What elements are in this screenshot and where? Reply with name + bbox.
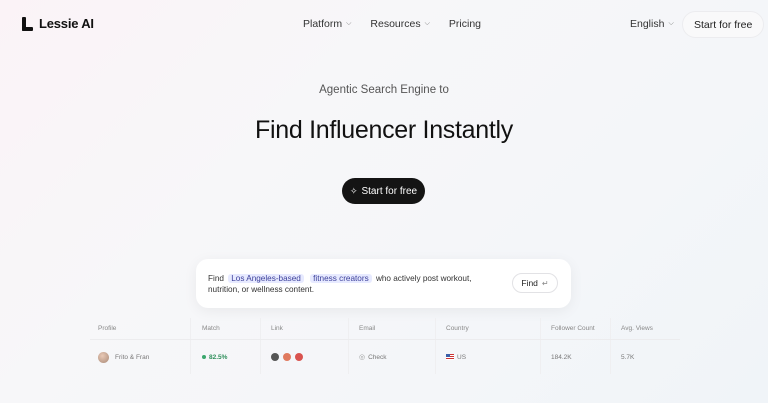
profile-cell[interactable]: Frito & Fran [98,340,149,374]
find-button[interactable]: Find ↵ [512,273,558,293]
header-email: Email [359,325,376,332]
match-cell: 82.5% [202,340,227,374]
header-avg-views: Avg. Views [621,325,653,332]
hero-start-free-button[interactable]: ✧ Start for free [342,178,425,204]
top-nav: Lessie AI Platform ⌵ Resources ⌵ Pricing… [0,0,768,48]
follower-count-value: 184.2K [551,353,572,361]
avatar [98,351,109,363]
instagram-icon[interactable] [283,353,291,361]
language-label: English [630,18,665,30]
links-cell [271,340,303,374]
email-cell[interactable]: ◎ Check [359,340,387,374]
menu-item-label: Resources [370,18,421,30]
search-tag-location[interactable]: Los Angeles-based [228,274,304,283]
us-flag-icon [446,354,454,360]
hero-headline: Find Influencer Instantly [255,116,513,144]
header-follower-count: Follower Count [551,325,595,332]
menu-item-label: Platform [303,18,343,30]
hero-cta-label: Start for free [361,185,418,197]
menu-item-pricing[interactable]: Pricing [449,18,481,30]
enter-icon: ↵ [541,278,549,288]
results-table: Profile Match Link Email Country Followe… [90,318,680,374]
header-match: Match [202,325,220,332]
search-prompt-card: Find Los Angeles-based fitness creators … [196,259,571,308]
email-check-label: Check [368,353,387,361]
nav-start-free-button[interactable]: Start for free [682,11,765,38]
match-indicator-icon [202,355,206,359]
search-prompt-text[interactable]: Find Los Angeles-based fitness creators … [208,273,498,295]
table-row[interactable]: Frito & Fran 82.5% ◎ Check US 184.2K 5.7… [90,340,680,374]
country-value: US [457,353,467,361]
language-selector[interactable]: English ⌵ [630,18,674,30]
header-country: Country [446,325,469,332]
match-value: 82.5% [209,353,228,361]
chevron-down-icon: ⌵ [346,20,352,27]
profile-name: Frito & Fran [115,353,150,361]
brand-name: Lessie AI [39,16,94,31]
header-link: Link [271,325,283,332]
search-prefix: Find [208,274,224,283]
search-tag-category[interactable]: fitness creators [310,274,372,283]
country-cell: US [446,340,466,374]
chevron-down-icon: ⌵ [668,20,674,27]
find-button-label: Find [521,278,538,288]
youtube-icon[interactable] [295,353,303,361]
main-menu: Platform ⌵ Resources ⌵ Pricing [303,18,481,30]
sparkle-icon: ✧ [349,185,358,196]
avg-views-value: 5.7K [621,353,635,361]
hero-subtitle: Agentic Search Engine to [319,84,449,96]
header-profile: Profile [98,325,117,332]
table-header-row: Profile Match Link Email Country Followe… [90,318,680,340]
menu-item-label: Pricing [448,18,482,30]
check-email-icon: ◎ [359,354,366,361]
social-link-icon[interactable] [271,353,279,361]
logo-icon [22,16,34,31]
menu-item-resources[interactable]: Resources ⌵ [370,18,430,30]
chevron-down-icon: ⌵ [424,20,430,27]
logo[interactable]: Lessie AI [22,16,94,31]
menu-item-platform[interactable]: Platform ⌵ [303,18,351,30]
